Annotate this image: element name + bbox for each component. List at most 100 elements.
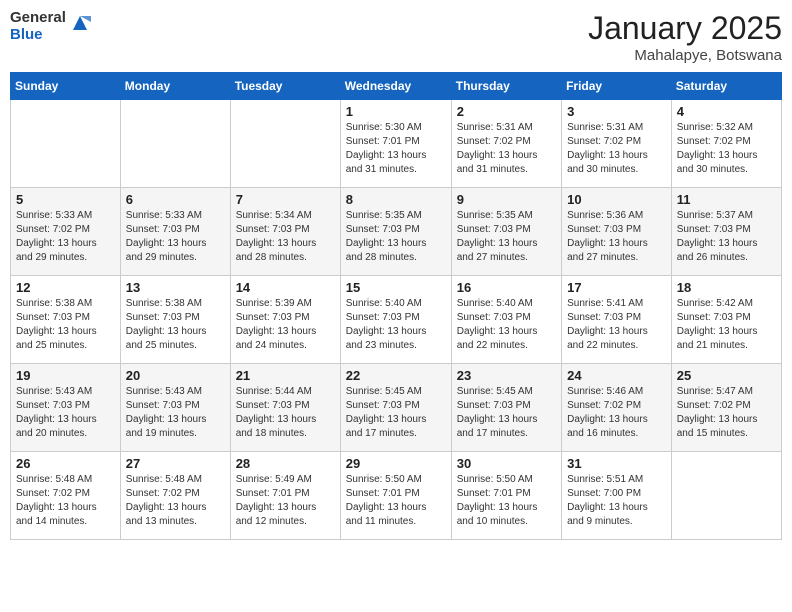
day-cell: 11 Sunrise: 5:37 AM Sunset: 7:03 PM Dayli…	[671, 188, 781, 276]
day-number: 27	[126, 456, 225, 471]
day-cell: 21 Sunrise: 5:44 AM Sunset: 7:03 PM Dayli…	[230, 364, 340, 452]
day-info: Sunrise: 5:50 AM Sunset: 7:01 PM Dayligh…	[457, 473, 556, 529]
day-info: Sunrise: 5:33 AM Sunset: 7:02 PM Dayligh…	[16, 209, 115, 265]
day-number: 17	[567, 280, 666, 295]
day-info: Sunrise: 5:51 AM Sunset: 7:00 PM Dayligh…	[567, 473, 666, 529]
logo-general: General	[10, 10, 66, 27]
day-cell: 7 Sunrise: 5:34 AM Sunset: 7:03 PM Daylig…	[230, 188, 340, 276]
day-number: 5	[16, 192, 115, 207]
logo-icon	[69, 12, 91, 34]
day-cell: 24 Sunrise: 5:46 AM Sunset: 7:02 PM Dayli…	[562, 364, 672, 452]
day-number: 30	[457, 456, 556, 471]
day-number: 13	[126, 280, 225, 295]
header-wednesday: Wednesday	[340, 73, 451, 100]
day-info: Sunrise: 5:48 AM Sunset: 7:02 PM Dayligh…	[16, 473, 115, 529]
day-number: 20	[126, 368, 225, 383]
day-cell: 15 Sunrise: 5:40 AM Sunset: 7:03 PM Dayli…	[340, 276, 451, 364]
day-number: 11	[677, 192, 776, 207]
day-number: 23	[457, 368, 556, 383]
day-number: 21	[236, 368, 335, 383]
day-cell: 25Sunrise: 5:47 AM Sunset: 7:02 PM Dayli…	[671, 364, 781, 452]
day-info: Sunrise: 5:34 AM Sunset: 7:03 PM Dayligh…	[236, 209, 335, 265]
day-number: 22	[346, 368, 446, 383]
day-info: Sunrise: 5:30 AM Sunset: 7:01 PM Dayligh…	[346, 121, 446, 177]
day-info: Sunrise: 5:43 AM Sunset: 7:03 PM Dayligh…	[16, 385, 115, 441]
day-cell	[120, 100, 230, 188]
day-cell: 12Sunrise: 5:38 AM Sunset: 7:03 PM Dayli…	[11, 276, 121, 364]
day-number: 24	[567, 368, 666, 383]
day-number: 31	[567, 456, 666, 471]
day-info: Sunrise: 5:45 AM Sunset: 7:03 PM Dayligh…	[346, 385, 446, 441]
day-number: 15	[346, 280, 446, 295]
day-cell: 30 Sunrise: 5:50 AM Sunset: 7:01 PM Dayli…	[451, 452, 561, 540]
day-info: Sunrise: 5:43 AM Sunset: 7:03 PM Dayligh…	[126, 385, 225, 441]
header-friday: Friday	[562, 73, 672, 100]
page-header: General Blue January 2025 Mahalapye, Bot…	[10, 10, 782, 64]
day-info: Sunrise: 5:37 AM Sunset: 7:03 PM Dayligh…	[677, 209, 776, 265]
day-info: Sunrise: 5:31 AM Sunset: 7:02 PM Dayligh…	[567, 121, 666, 177]
day-cell: 31 Sunrise: 5:51 AM Sunset: 7:00 PM Dayli…	[562, 452, 672, 540]
logo: General Blue	[10, 10, 91, 43]
day-cell: 23 Sunrise: 5:45 AM Sunset: 7:03 PM Dayli…	[451, 364, 561, 452]
day-cell: 28 Sunrise: 5:49 AM Sunset: 7:01 PM Dayli…	[230, 452, 340, 540]
location-title: Mahalapye, Botswana	[588, 47, 782, 64]
month-title: January 2025	[588, 10, 782, 47]
day-number: 19	[16, 368, 115, 383]
weekday-header-row: Sunday Monday Tuesday Wednesday Thursday…	[11, 73, 782, 100]
week-row-4: 19 Sunrise: 5:43 AM Sunset: 7:03 PM Dayli…	[11, 364, 782, 452]
day-number: 16	[457, 280, 556, 295]
day-cell: 20 Sunrise: 5:43 AM Sunset: 7:03 PM Dayli…	[120, 364, 230, 452]
day-number: 1	[346, 104, 446, 119]
week-row-5: 26Sunrise: 5:48 AM Sunset: 7:02 PM Dayli…	[11, 452, 782, 540]
day-cell: 9 Sunrise: 5:35 AM Sunset: 7:03 PM Daylig…	[451, 188, 561, 276]
day-number: 14	[236, 280, 335, 295]
day-cell: 14 Sunrise: 5:39 AM Sunset: 7:03 PM Dayli…	[230, 276, 340, 364]
day-cell: 19 Sunrise: 5:43 AM Sunset: 7:03 PM Dayli…	[11, 364, 121, 452]
day-cell: 6Sunrise: 5:33 AM Sunset: 7:03 PM Daylig…	[120, 188, 230, 276]
day-cell: 4Sunrise: 5:32 AM Sunset: 7:02 PM Daylig…	[671, 100, 781, 188]
day-info: Sunrise: 5:40 AM Sunset: 7:03 PM Dayligh…	[457, 297, 556, 353]
title-block: January 2025 Mahalapye, Botswana	[588, 10, 782, 64]
day-number: 8	[346, 192, 446, 207]
day-info: Sunrise: 5:35 AM Sunset: 7:03 PM Dayligh…	[457, 209, 556, 265]
day-info: Sunrise: 5:46 AM Sunset: 7:02 PM Dayligh…	[567, 385, 666, 441]
day-number: 29	[346, 456, 446, 471]
day-cell: 27 Sunrise: 5:48 AM Sunset: 7:02 PM Dayli…	[120, 452, 230, 540]
logo-blue: Blue	[10, 27, 66, 44]
day-cell	[11, 100, 121, 188]
day-cell: 2 Sunrise: 5:31 AM Sunset: 7:02 PM Daylig…	[451, 100, 561, 188]
day-cell: 3 Sunrise: 5:31 AM Sunset: 7:02 PM Daylig…	[562, 100, 672, 188]
day-info: Sunrise: 5:38 AM Sunset: 7:03 PM Dayligh…	[126, 297, 225, 353]
day-info: Sunrise: 5:39 AM Sunset: 7:03 PM Dayligh…	[236, 297, 335, 353]
day-cell: 5 Sunrise: 5:33 AM Sunset: 7:02 PM Daylig…	[11, 188, 121, 276]
day-number: 4	[677, 104, 776, 119]
day-info: Sunrise: 5:48 AM Sunset: 7:02 PM Dayligh…	[126, 473, 225, 529]
day-info: Sunrise: 5:31 AM Sunset: 7:02 PM Dayligh…	[457, 121, 556, 177]
day-number: 28	[236, 456, 335, 471]
header-thursday: Thursday	[451, 73, 561, 100]
day-info: Sunrise: 5:42 AM Sunset: 7:03 PM Dayligh…	[677, 297, 776, 353]
day-info: Sunrise: 5:33 AM Sunset: 7:03 PM Dayligh…	[126, 209, 225, 265]
day-cell: 8 Sunrise: 5:35 AM Sunset: 7:03 PM Daylig…	[340, 188, 451, 276]
week-row-3: 12Sunrise: 5:38 AM Sunset: 7:03 PM Dayli…	[11, 276, 782, 364]
day-cell: 13 Sunrise: 5:38 AM Sunset: 7:03 PM Dayli…	[120, 276, 230, 364]
day-number: 3	[567, 104, 666, 119]
day-info: Sunrise: 5:49 AM Sunset: 7:01 PM Dayligh…	[236, 473, 335, 529]
day-info: Sunrise: 5:38 AM Sunset: 7:03 PM Dayligh…	[16, 297, 115, 353]
day-info: Sunrise: 5:35 AM Sunset: 7:03 PM Dayligh…	[346, 209, 446, 265]
day-cell: 22 Sunrise: 5:45 AM Sunset: 7:03 PM Dayli…	[340, 364, 451, 452]
day-number: 18	[677, 280, 776, 295]
day-number: 9	[457, 192, 556, 207]
day-cell	[230, 100, 340, 188]
day-info: Sunrise: 5:44 AM Sunset: 7:03 PM Dayligh…	[236, 385, 335, 441]
day-cell: 18 Sunrise: 5:42 AM Sunset: 7:03 PM Dayli…	[671, 276, 781, 364]
day-info: Sunrise: 5:41 AM Sunset: 7:03 PM Dayligh…	[567, 297, 666, 353]
day-cell: 26Sunrise: 5:48 AM Sunset: 7:02 PM Dayli…	[11, 452, 121, 540]
header-sunday: Sunday	[11, 73, 121, 100]
day-info: Sunrise: 5:47 AM Sunset: 7:02 PM Dayligh…	[677, 385, 776, 441]
header-tuesday: Tuesday	[230, 73, 340, 100]
day-info: Sunrise: 5:45 AM Sunset: 7:03 PM Dayligh…	[457, 385, 556, 441]
day-number: 7	[236, 192, 335, 207]
day-info: Sunrise: 5:40 AM Sunset: 7:03 PM Dayligh…	[346, 297, 446, 353]
day-number: 2	[457, 104, 556, 119]
